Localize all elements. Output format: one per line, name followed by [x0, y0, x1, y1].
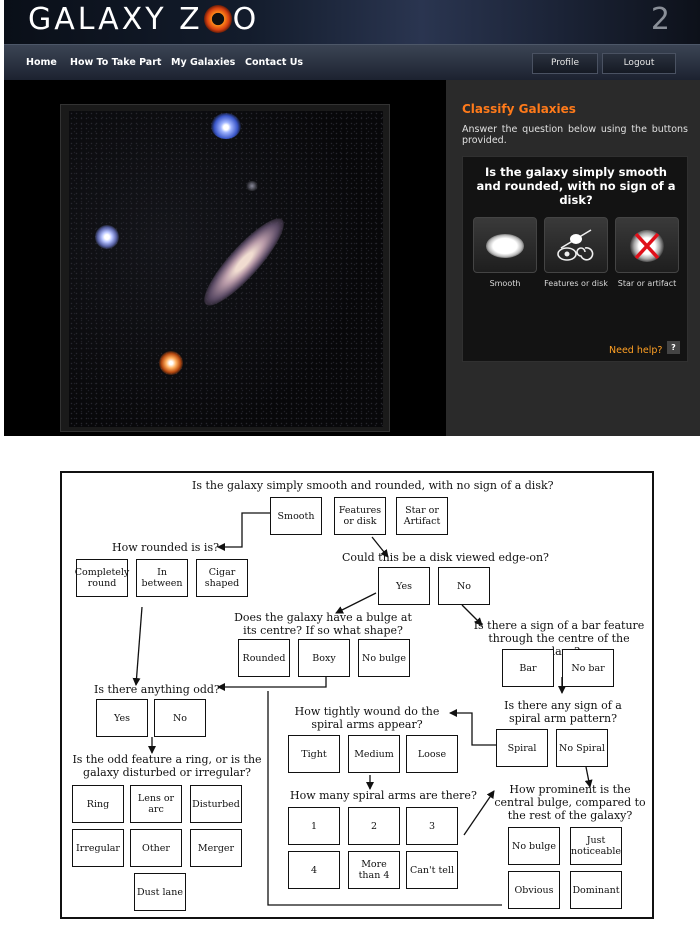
q-bar: Is there a sign of a bar feature through…	[473, 619, 645, 658]
white-star	[95, 225, 119, 249]
opt-arms-more: More than 4	[348, 851, 400, 889]
smooth-label: Smooth	[489, 279, 521, 288]
opt-merger: Merger	[190, 829, 242, 867]
question-box: Is the galaxy simply smooth and rounded,…	[462, 156, 688, 362]
version-number: 2	[650, 2, 670, 37]
opt-smooth: Smooth	[270, 497, 322, 535]
faint-galaxy	[245, 181, 259, 191]
q-wound: How tightly wound do the spiral arms app…	[294, 705, 440, 731]
opt-cigar: Cigar shaped	[196, 559, 248, 597]
decision-tree: Is the galaxy simply smooth and rounded,…	[60, 471, 654, 919]
site-header: GALAXY Z O 2	[4, 0, 700, 44]
need-help-link[interactable]: Need help?	[609, 345, 662, 356]
star-or-artifact-button[interactable]	[615, 217, 679, 273]
panel-title: Classify Galaxies	[462, 102, 576, 116]
opt-disturbed: Disturbed	[190, 785, 242, 823]
galaxy-image	[69, 111, 383, 427]
q-ring: Is the odd feature a ring, or is the gal…	[72, 753, 262, 779]
red-x-icon	[634, 232, 660, 260]
opt-no-bulge: No bulge	[358, 639, 410, 677]
opt-boxy: Boxy	[298, 639, 350, 677]
panel-instructions: Answer the question below using the butt…	[462, 124, 688, 146]
features-label: Features or disk	[544, 279, 608, 288]
opt-rounded: Rounded	[238, 639, 290, 677]
features-or-disk-button[interactable]	[544, 217, 608, 273]
galaxy-image-frame	[60, 104, 390, 432]
opt-arms-3: 3	[406, 807, 458, 845]
opt-prom-noticeable: Just noticeable	[570, 827, 622, 865]
opt-tight: Tight	[288, 735, 340, 773]
opt-arms-cant-tell: Can't tell	[406, 851, 458, 889]
orange-star	[159, 351, 183, 375]
opt-no-bar: No bar	[562, 649, 614, 687]
opt-arms-2: 2	[348, 807, 400, 845]
q-odd: Is there anything odd?	[94, 683, 220, 696]
opt-dust-lane: Dust lane	[134, 873, 186, 911]
opt-other: Other	[130, 829, 182, 867]
opt-in-between: In between	[136, 559, 188, 597]
q-bulge: Does the galaxy have a bulge at its cent…	[234, 611, 412, 637]
opt-ring: Ring	[72, 785, 124, 823]
q-spiral: Is there any sign of a spiral arm patter…	[504, 699, 622, 725]
smooth-icon	[486, 234, 524, 258]
nav-how-to-take-part[interactable]: How To Take Part	[70, 57, 161, 68]
opt-arms-4: 4	[288, 851, 340, 889]
nav-contact-us[interactable]: Contact Us	[245, 57, 303, 68]
opt-lens: Lens or arc	[130, 785, 182, 823]
q-prominence: How prominent is the central bulge, comp…	[494, 783, 646, 822]
opt-prom-dominant: Dominant	[570, 871, 622, 909]
nav-my-galaxies[interactable]: My Galaxies	[171, 57, 235, 68]
logout-button[interactable]: Logout	[602, 53, 676, 74]
main-nav: Home How To Take Part My Galaxies Contac…	[4, 44, 700, 80]
profile-button[interactable]: Profile	[532, 53, 598, 74]
q-rounded: How rounded is is?	[112, 541, 219, 554]
site-logo[interactable]: GALAXY Z O	[28, 2, 259, 37]
q-arms: How many spiral arms are there?	[290, 789, 477, 802]
opt-star-artifact: Star or Artifact	[396, 497, 448, 535]
opt-completely-round: Completely round	[75, 559, 129, 597]
smooth-button[interactable]	[473, 217, 537, 273]
opt-bar: Bar	[502, 649, 554, 687]
q-edge-on: Could this be a disk viewed edge-on?	[342, 551, 549, 564]
q-smooth: Is the galaxy simply smooth and rounded,…	[192, 479, 554, 492]
logo-text-end: O	[232, 2, 260, 37]
opt-prom-obvious: Obvious	[508, 871, 560, 909]
help-icon[interactable]: ?	[667, 341, 680, 354]
star-label: Star or artifact	[617, 279, 677, 288]
logo-text: GALAXY Z	[28, 2, 203, 37]
opt-no-spiral: No Spiral	[556, 729, 608, 767]
galaxy-zoo-screenshot: GALAXY Z O 2 Home How To Take Part My Gal…	[4, 0, 700, 436]
classify-panel: Classify Galaxies Answer the question be…	[446, 80, 700, 436]
features-disk-icon	[557, 229, 594, 261]
opt-arms-1: 1	[288, 807, 340, 845]
opt-features: Features or disk	[334, 497, 386, 535]
opt-odd-yes: Yes	[96, 699, 148, 737]
opt-odd-no: No	[154, 699, 206, 737]
galaxy-o-icon	[203, 5, 232, 33]
opt-spiral: Spiral	[496, 729, 548, 767]
opt-edge-no: No	[438, 567, 490, 605]
nav-home[interactable]: Home	[26, 57, 57, 68]
opt-medium: Medium	[348, 735, 400, 773]
question-text: Is the galaxy simply smooth and rounded,…	[476, 165, 676, 207]
blue-star	[211, 113, 241, 139]
opt-irregular: Irregular	[72, 829, 124, 867]
opt-edge-yes: Yes	[378, 567, 430, 605]
opt-prom-none: No bulge	[508, 827, 560, 865]
opt-loose: Loose	[406, 735, 458, 773]
